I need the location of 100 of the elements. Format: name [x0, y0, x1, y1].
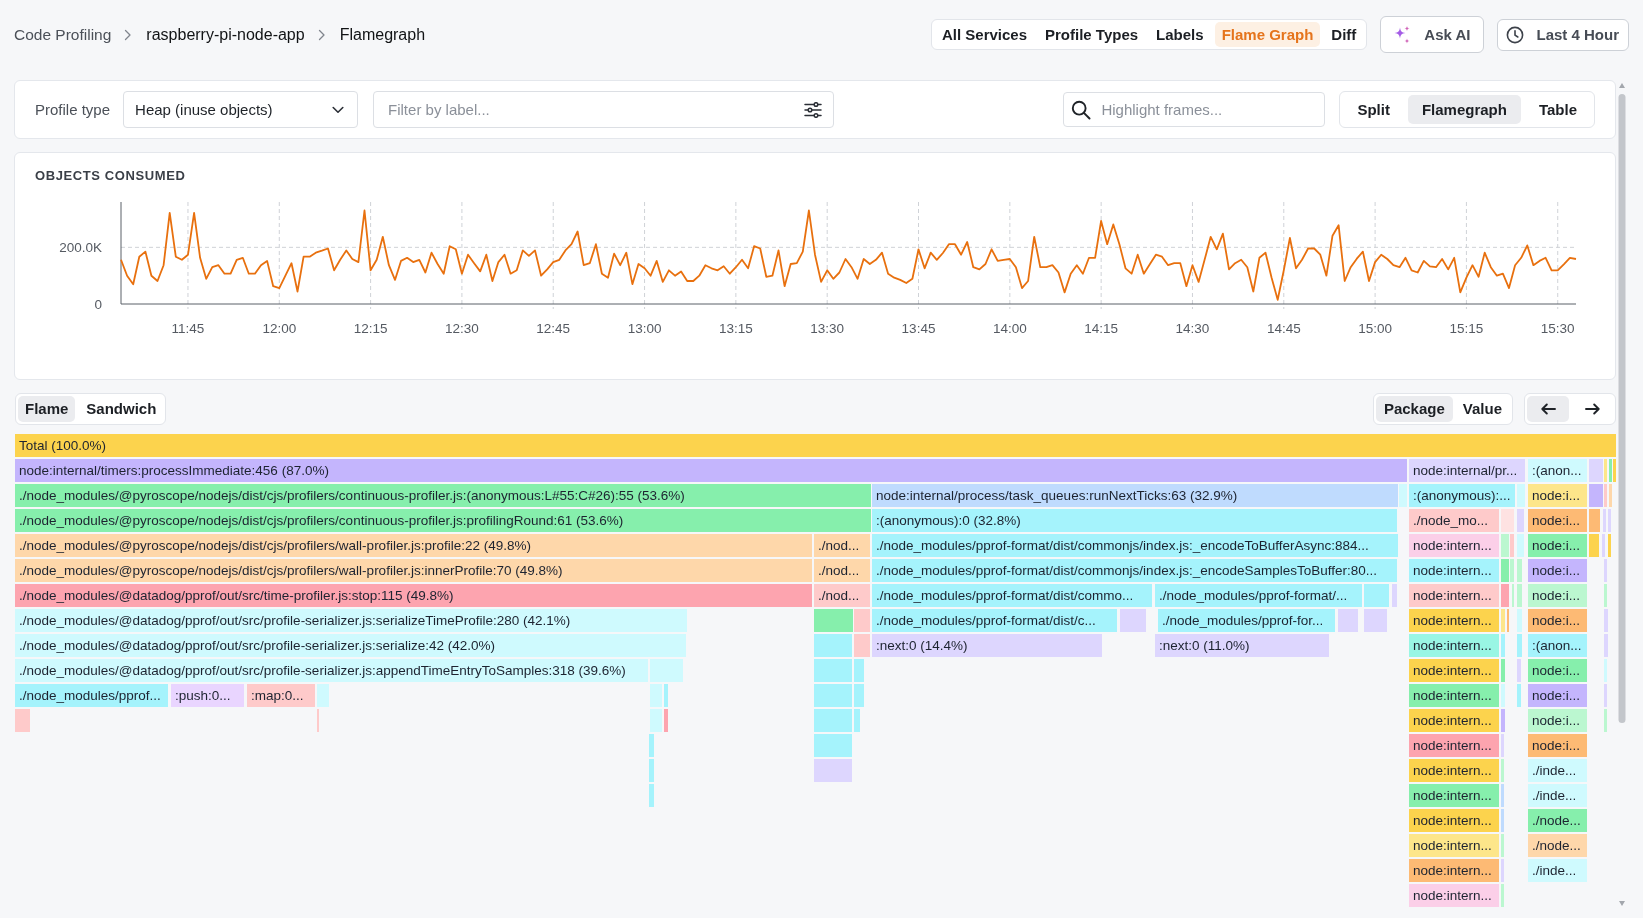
flame-frame[interactable]: node:internal/pr...	[1409, 459, 1525, 482]
flame-frame[interactable]	[1604, 709, 1607, 732]
flame-frame[interactable]: :map:0...	[247, 684, 315, 707]
flame-frame[interactable]: :(anonymous):...	[1409, 484, 1515, 507]
flame-frame[interactable]: node:intern...	[1409, 859, 1499, 882]
flame-frame[interactable]	[1589, 484, 1603, 507]
flame-frame[interactable]: ./nod...	[814, 559, 870, 582]
flame-frame[interactable]	[15, 709, 30, 732]
flame-frame[interactable]: ./node_modules/@datadog/pprof/out/src/time-profiler.js:stop:115 (49.8%)	[15, 584, 812, 607]
view-mode-tab[interactable]: Split	[1343, 95, 1404, 124]
flame-frame[interactable]: ./node_modules/pprof-format/dist/c...	[872, 609, 1117, 632]
flame-frame[interactable]	[1510, 534, 1514, 557]
align-button[interactable]	[1527, 395, 1569, 422]
flame-frame[interactable]	[649, 784, 654, 807]
flame-frame[interactable]: ./node_modules/@datadog/pprof/out/src/profile-serializer.js:serialize:42 (42.0%)	[15, 634, 686, 657]
flame-frame[interactable]: node:i...	[1528, 484, 1587, 507]
flame-frame[interactable]	[854, 634, 870, 657]
flame-frame[interactable]	[1501, 634, 1505, 657]
flame-frame[interactable]	[854, 609, 870, 632]
flame-frame[interactable]	[1608, 509, 1611, 532]
flame-frame[interactable]: ./node_modules/@pyroscope/nodejs/dist/cjs/profilers/continuous-profiler.js:(anonymous:L#55:C#26):55 (53.6%)	[15, 484, 871, 507]
flame-frame[interactable]: node:intern...	[1409, 734, 1499, 757]
flame-frame[interactable]: ./node_modules/pprof...	[15, 684, 168, 707]
flame-frame[interactable]: ./node_modules/pprof-format/...	[1155, 584, 1362, 607]
flame-frame[interactable]	[1517, 634, 1522, 657]
flame-frame[interactable]: ./nod...	[814, 584, 870, 607]
flame-frame[interactable]	[1602, 534, 1605, 557]
flame-frame[interactable]: :(anon...	[1528, 459, 1587, 482]
flame-mode-tab[interactable]: Sandwich	[79, 395, 164, 422]
flame-frame[interactable]	[814, 684, 852, 707]
nav-tab[interactable]: Labels	[1149, 22, 1211, 47]
flame-frame[interactable]	[1501, 734, 1504, 757]
search-field[interactable]: Highlight frames...	[1063, 92, 1326, 127]
flame-frame[interactable]	[1517, 684, 1521, 707]
flame-frame[interactable]: :next:0 (11.0%)	[1155, 634, 1329, 657]
time-range-button[interactable]: Last 4 Hour	[1497, 18, 1629, 51]
flame-frame[interactable]	[814, 709, 852, 732]
flame-frame[interactable]: node:intern...	[1409, 584, 1499, 607]
flame-frame[interactable]	[1501, 584, 1509, 607]
flame-frame[interactable]	[1609, 484, 1612, 507]
flame-frame[interactable]	[1603, 509, 1606, 532]
flame-frame[interactable]: :push:0...	[171, 684, 244, 707]
flame-frame[interactable]	[814, 634, 852, 657]
flame-frame[interactable]: node:intern...	[1409, 659, 1499, 682]
flame-frame[interactable]: node:i...	[1528, 559, 1587, 582]
flame-frame[interactable]	[1501, 534, 1509, 557]
flame-frame[interactable]	[664, 709, 668, 732]
flame-frame[interactable]	[1604, 459, 1607, 482]
flame-frame[interactable]	[1501, 809, 1504, 832]
flame-frame[interactable]	[1589, 459, 1603, 482]
flame-frame[interactable]	[1501, 659, 1505, 682]
flame-frame[interactable]	[1589, 509, 1600, 532]
flame-frame[interactable]	[814, 659, 852, 682]
flame-frame[interactable]	[1338, 609, 1358, 632]
flame-frame[interactable]: node:i...	[1528, 659, 1587, 682]
flame-frame[interactable]	[1399, 484, 1407, 507]
breadcrumb-link[interactable]: Code Profiling	[14, 25, 112, 44]
flame-frame[interactable]	[854, 709, 860, 732]
flame-frame[interactable]	[1517, 484, 1525, 507]
flame-frame[interactable]	[1604, 634, 1608, 657]
color-scheme-tab[interactable]: Package	[1375, 395, 1453, 422]
flame-frame[interactable]: :(anonymous):0 (32.8%)	[872, 509, 1397, 532]
flame-mode-tab[interactable]: Flame	[18, 395, 76, 422]
nav-tab[interactable]: All Services	[934, 22, 1034, 47]
flame-frame[interactable]: ./inde...	[1528, 759, 1587, 782]
flame-frame[interactable]: node:intern...	[1409, 684, 1499, 707]
flame-frame[interactable]: node:i...	[1528, 609, 1587, 632]
breadcrumb-link[interactable]: raspberry-pi-node-app	[146, 25, 305, 44]
flame-frame[interactable]: ./nod...	[814, 534, 870, 557]
flame-frame[interactable]: node:intern...	[1409, 834, 1499, 857]
flame-frame[interactable]: ./node_modules/@pyroscope/nodejs/dist/cjs/profilers/wall-profiler.js:profile:22 (49.8%)	[15, 534, 812, 557]
flame-frame[interactable]: node:i...	[1528, 534, 1587, 557]
flame-frame[interactable]	[317, 684, 329, 707]
flame-frame[interactable]: node:i...	[1528, 684, 1587, 707]
color-scheme-tab[interactable]: Value	[1454, 395, 1510, 422]
flame-frame[interactable]: node:internal/process/task_queues:runNextTicks:63 (32.9%)	[872, 484, 1398, 507]
flame-frame[interactable]	[1364, 609, 1387, 632]
label-filter-field[interactable]: Filter by label...	[373, 91, 835, 128]
flame-frame[interactable]	[1517, 559, 1522, 582]
flame-frame[interactable]	[664, 684, 668, 707]
profile-type-select[interactable]: Heap (inuse objects)	[123, 91, 359, 128]
flame-frame[interactable]: node:intern...	[1409, 709, 1499, 732]
flame-frame[interactable]: node:intern...	[1409, 609, 1499, 632]
flame-frame[interactable]	[1609, 459, 1612, 482]
flame-frame[interactable]: ./node_modules/@datadog/pprof/out/src/profile-serializer.js:serializeTimeProfile:280 (42.1%)	[15, 609, 687, 632]
flame-frame[interactable]	[1364, 584, 1389, 607]
flame-frame[interactable]	[1604, 659, 1607, 682]
flame-frame[interactable]: node:intern...	[1409, 809, 1499, 832]
flame-frame[interactable]	[650, 659, 683, 682]
flame-frame[interactable]: ./node...	[1528, 809, 1587, 832]
flame-frame[interactable]: :next:0 (14.4%)	[872, 634, 1102, 657]
flame-frame[interactable]: node:intern...	[1409, 784, 1499, 807]
flame-frame[interactable]	[1501, 859, 1504, 882]
flame-frame[interactable]	[814, 759, 852, 782]
flame-frame[interactable]: ./node_mo...	[1409, 509, 1499, 532]
flame-frame[interactable]: node:intern...	[1409, 884, 1499, 907]
flame-frame[interactable]: node:intern...	[1409, 559, 1499, 582]
flame-frame[interactable]: ./inde...	[1528, 859, 1587, 882]
flame-frame[interactable]	[1517, 609, 1522, 632]
flame-frame[interactable]: ./inde...	[1528, 784, 1587, 807]
